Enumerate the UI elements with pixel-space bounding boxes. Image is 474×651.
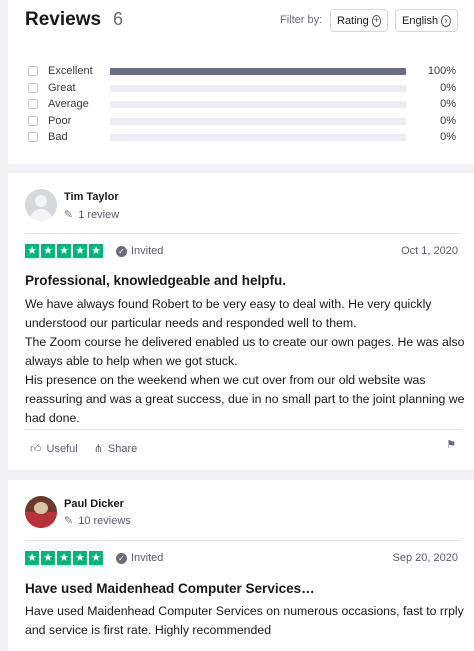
distribution-bar-fill: [110, 67, 406, 75]
avatar[interactable]: [25, 496, 57, 528]
flag-icon[interactable]: ⚑: [446, 438, 456, 451]
star-icon: ★: [41, 551, 55, 565]
poor-checkbox[interactable]: [28, 116, 38, 126]
invited-label: Invited: [131, 552, 164, 564]
distribution-bar: [110, 117, 406, 125]
distribution-row-poor[interactable]: Poor 0%: [28, 114, 468, 128]
review-title[interactable]: Have used Maidenhead Computer Services…: [25, 581, 315, 596]
star-icon: ★: [41, 244, 55, 258]
distribution-bar: [110, 84, 406, 92]
average-checkbox[interactable]: [28, 99, 38, 109]
useful-label: Useful: [46, 442, 78, 455]
check-circle-icon: ✓: [116, 552, 127, 564]
distribution-row-great[interactable]: Great 0%: [28, 81, 468, 95]
share-icon: ⋔: [93, 443, 103, 455]
divider: [25, 429, 462, 430]
reviewer-name[interactable]: Paul Dicker: [64, 498, 124, 510]
pencil-icon: ✎: [64, 209, 74, 221]
language-filter-label: English: [402, 14, 439, 27]
distribution-label: Bad: [48, 131, 68, 143]
invited-label: Invited: [131, 245, 164, 257]
share-label: Share: [107, 442, 138, 455]
distribution-row-bad[interactable]: Bad 0%: [28, 130, 468, 144]
star-icon: ★: [73, 551, 87, 565]
review-count-text: 10 reviews: [78, 514, 131, 527]
review-date: Sep 20, 2020: [392, 552, 458, 564]
distribution-label: Excellent: [48, 65, 93, 77]
star-icon: ★: [73, 244, 87, 258]
rating-filter-label: Rating: [337, 14, 369, 27]
divider: [25, 233, 462, 234]
chevron-right-circle-icon: ›: [441, 14, 451, 27]
star-icon: ★: [25, 244, 39, 258]
distribution-percent: 0%: [440, 82, 456, 94]
reviews-count: 6: [113, 9, 124, 29]
reviews-summary-card: Reviews 6 Filter by: Rating + English › …: [8, 0, 474, 164]
distribution-label: Poor: [48, 115, 72, 127]
useful-button[interactable]: 👍︎ Useful: [30, 442, 78, 456]
distribution-percent: 0%: [440, 115, 456, 127]
avatar[interactable]: [25, 189, 57, 221]
star-rating: ★ ★ ★ ★ ★: [25, 244, 103, 258]
review-body: We have always found Robert to be very e…: [25, 297, 465, 425]
distribution-percent: 0%: [440, 131, 456, 143]
distribution-percent: 100%: [427, 65, 456, 77]
pencil-icon: ✎: [64, 515, 74, 527]
distribution-row-average[interactable]: Average 0%: [28, 97, 468, 111]
rating-filter-button[interactable]: Rating +: [330, 9, 388, 32]
distribution-label: Average: [48, 98, 89, 110]
share-button[interactable]: ⋔ Share: [93, 442, 138, 456]
review-date: Oct 1, 2020: [401, 245, 458, 257]
filter-label: Filter by:: [280, 14, 323, 26]
great-checkbox[interactable]: [28, 83, 38, 93]
review-count-text: 1 review: [78, 208, 120, 221]
review-body: Have used Maidenhead Computer Services o…: [25, 604, 464, 637]
review-card: Paul Dicker ✎ 10 reviews ★ ★ ★ ★ ★ ✓ Inv…: [8, 480, 474, 651]
reviews-heading: Reviews 6: [25, 9, 123, 31]
distribution-label: Great: [48, 82, 76, 94]
plus-circle-icon: +: [371, 14, 381, 27]
divider: [25, 540, 462, 541]
distribution-bar: [110, 100, 406, 108]
star-rating: ★ ★ ★ ★ ★: [25, 551, 103, 565]
reviewer-name[interactable]: Tim Taylor: [64, 191, 119, 203]
star-icon: ★: [25, 551, 39, 565]
invited-badge[interactable]: ✓ Invited: [116, 552, 163, 564]
review-card: Tim Taylor ✎ 1 review ★ ★ ★ ★ ★ ✓ Invite…: [8, 173, 474, 470]
star-icon: ★: [57, 244, 71, 258]
check-circle-icon: ✓: [116, 245, 127, 257]
reviews-title: Reviews: [25, 9, 102, 30]
reviewer-review-count: ✎ 10 reviews: [64, 514, 131, 528]
distribution-percent: 0%: [440, 98, 456, 110]
thumbs-up-icon: 👍︎: [30, 443, 42, 455]
language-filter-button[interactable]: English ›: [395, 9, 458, 32]
review-title[interactable]: Professional, knowledgeable and helpfu.: [25, 273, 286, 288]
distribution-bar: [110, 133, 406, 141]
invited-badge[interactable]: ✓ Invited: [116, 245, 163, 257]
distribution-bar: [110, 67, 406, 75]
bad-checkbox[interactable]: [28, 132, 38, 142]
star-icon: ★: [89, 551, 103, 565]
distribution-row-excellent[interactable]: Excellent 100%: [28, 64, 468, 78]
review-actions: 👍︎ Useful ⋔ Share: [30, 442, 153, 456]
star-icon: ★: [57, 551, 71, 565]
reviewer-review-count: ✎ 1 review: [64, 208, 120, 222]
excellent-checkbox[interactable]: [28, 66, 38, 76]
star-icon: ★: [89, 244, 103, 258]
